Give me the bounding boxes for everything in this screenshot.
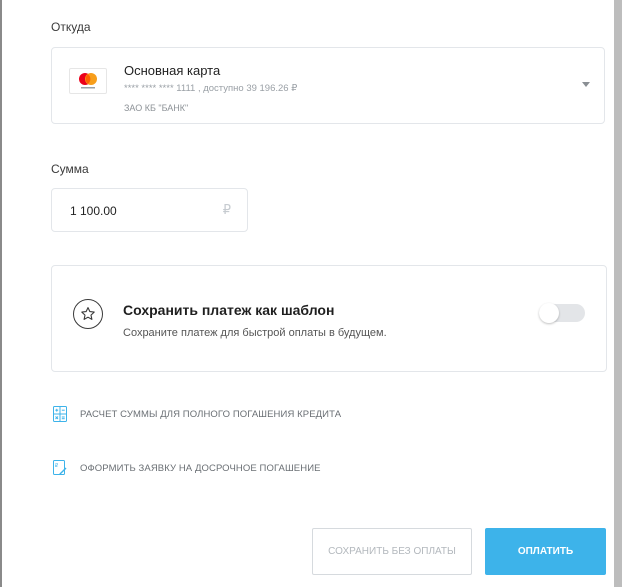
calculator-icon	[53, 406, 67, 422]
chevron-down-icon[interactable]	[582, 82, 590, 87]
svg-text:₽: ₽	[55, 463, 59, 469]
save-template-toggle[interactable]	[539, 303, 585, 323]
save-template-card: Сохранить платеж как шаблон Сохраните пл…	[51, 265, 607, 372]
star-icon	[73, 299, 103, 329]
amount-value[interactable]: 1 100.00	[70, 204, 117, 218]
save-without-payment-button[interactable]: СОХРАНИТЬ БЕЗ ОПЛАТЫ	[312, 528, 472, 575]
card-name: Основная карта	[124, 63, 221, 78]
amount-input[interactable]: 1 100.00 ₽	[51, 188, 248, 232]
early-repayment-request-label[interactable]: ОФОРМИТЬ ЗАЯВКУ НА ДОСРОЧНОЕ ПОГАШЕНИЕ	[80, 463, 321, 474]
payment-form-frame: Откуда Основная карта **** **** **** 111…	[0, 0, 622, 587]
toggle-knob[interactable]	[539, 303, 559, 323]
left-window-border	[0, 0, 2, 587]
card-details: **** **** **** 1111 , доступно 39 196.26…	[124, 83, 298, 94]
ruble-icon: ₽	[222, 202, 231, 217]
right-scrollbar-track[interactable]	[614, 0, 622, 587]
amount-label: Сумма	[51, 162, 89, 176]
template-title: Сохранить платеж как шаблон	[123, 302, 335, 318]
source-label: Откуда	[51, 20, 91, 34]
mastercard-icon	[69, 68, 107, 94]
pay-button[interactable]: ОПЛАТИТЬ	[485, 528, 606, 575]
card-bank: ЗАО КБ "БАНК"	[124, 103, 189, 113]
document-edit-icon: ₽	[53, 460, 67, 475]
source-card-select[interactable]: Основная карта **** **** **** 1111 , дос…	[51, 47, 605, 124]
full-repayment-calc-label[interactable]: РАСЧЕТ СУММЫ ДЛЯ ПОЛНОГО ПОГАШЕНИЯ КРЕДИ…	[80, 409, 341, 420]
template-subtitle: Сохраните платеж для быстрой оплаты в бу…	[123, 327, 387, 339]
